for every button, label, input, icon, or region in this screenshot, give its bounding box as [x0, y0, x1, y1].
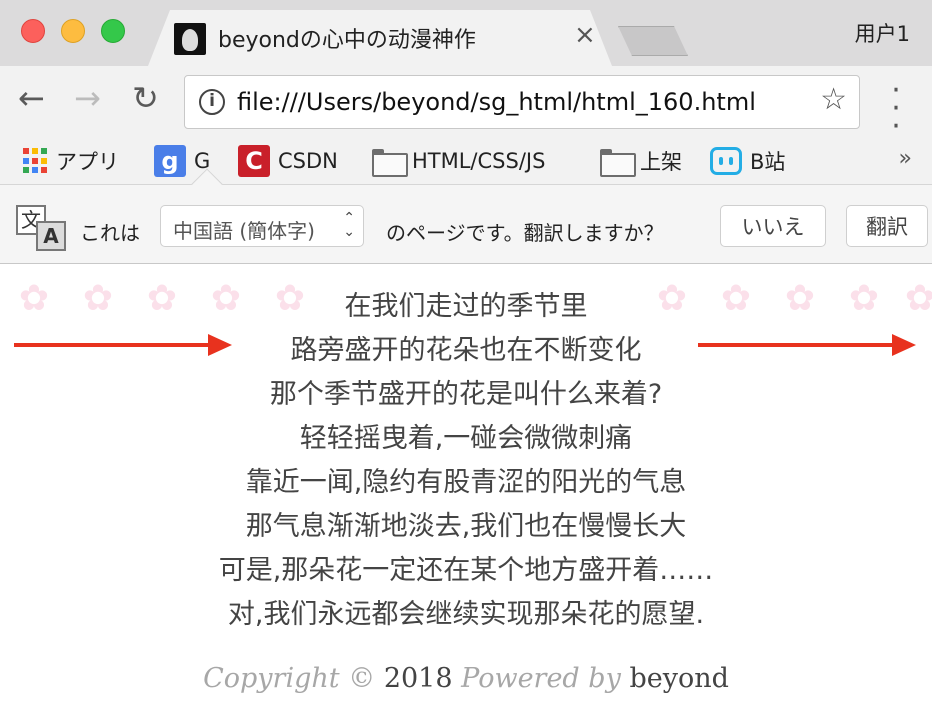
bookmark-label: B站	[750, 150, 786, 174]
footer: Copyright © 2018 Powered by beyond	[0, 663, 932, 694]
more-menu-icon[interactable]: · · ·	[886, 76, 906, 142]
bookmark-label: CSDN	[278, 149, 338, 173]
select-arrows-icon: ⌃ ⌄	[343, 210, 355, 240]
folder-icon	[372, 149, 408, 177]
translate-button[interactable]: 翻訳	[846, 205, 928, 247]
apps-grid-dot	[41, 157, 47, 164]
bookmark-folder-shelf[interactable]: 上架	[600, 144, 682, 178]
tab-title: beyondの心中の动漫神作	[218, 28, 476, 53]
bookmark-folder-html[interactable]: HTML/CSS/JS	[372, 144, 545, 178]
folder-icon	[600, 149, 636, 177]
bookmark-label: HTML/CSS/JS	[412, 149, 546, 173]
window-maximize-button[interactable]	[101, 19, 125, 43]
bookmark-bilibili[interactable]: B站	[710, 144, 785, 178]
translate-suffix-text: のページです。翻訳しますか？	[386, 221, 664, 245]
new-tab-button[interactable]	[618, 26, 688, 56]
url-text[interactable]: file:///Users/beyond/sg_html/html_160.ht…	[237, 88, 756, 116]
apps-grid-icon	[22, 148, 48, 174]
footer-year: 2018	[383, 663, 453, 694]
address-bar[interactable]: file:///Users/beyond/sg_html/html_160.ht…	[184, 75, 860, 129]
language-select-value: 中国語 (簡体字)	[173, 219, 315, 243]
poem: 在我们走过的季节里 路旁盛开的花朵也在不断变化 那个季节盛开的花是叫什么来着? …	[0, 285, 932, 637]
translate-bar: 文 A これは 中国語 (簡体字) ⌃ ⌄ のページです。翻訳しますか？ いいえ …	[0, 184, 932, 264]
bookmark-label: アプリ	[56, 150, 119, 174]
profile-button[interactable]: 用户1	[855, 18, 910, 48]
apps-grid-dot	[41, 167, 47, 174]
csdn-icon: C	[238, 145, 270, 177]
poem-line: 轻轻摇曳着,一碰会微微刺痛	[299, 423, 633, 454]
info-icon[interactable]	[199, 89, 225, 115]
footer-copyright: Copyright ©	[203, 663, 376, 694]
tab-close-icon[interactable]: ×	[574, 22, 596, 48]
apps-grid-dot	[32, 157, 38, 164]
footer-author[interactable]: beyond	[629, 663, 728, 694]
tab-favicon-icon	[174, 23, 206, 55]
apps-grid-dot	[23, 148, 29, 154]
apps-grid-dot	[32, 148, 38, 154]
translate-icon: 文 A	[16, 205, 70, 251]
language-select[interactable]: 中国語 (簡体字) ⌃ ⌄	[160, 205, 364, 247]
bookmarks-bar: アプリ g G C CSDN HTML/CSS/JS 上架 B站 »	[0, 138, 932, 184]
translate-icon-target: A	[36, 221, 66, 251]
bookmarks-overflow-icon[interactable]: »	[899, 146, 912, 171]
poem-line: 路旁盛开的花朵也在不断变化	[290, 335, 642, 366]
footer-powered-by: Powered by	[461, 663, 621, 694]
google-icon: g	[154, 145, 186, 177]
apps-grid-dot	[41, 148, 47, 154]
apps-grid-dot	[23, 157, 29, 164]
bookmark-apps[interactable]: アプリ	[22, 144, 119, 178]
bookmark-csdn[interactable]: C CSDN	[238, 144, 338, 178]
bookmark-star-icon[interactable]: ☆	[820, 85, 847, 115]
bilibili-icon	[710, 147, 742, 175]
forward-arrow-icon[interactable]: →	[74, 82, 101, 114]
window-minimize-button[interactable]	[61, 19, 85, 43]
page-content: 在我们走过的季节里 路旁盛开的花朵也在不断变化 那个季节盛开的花是叫什么来着? …	[0, 265, 932, 718]
active-tab[interactable]: beyondの心中の动漫神作 ×	[148, 10, 612, 66]
translate-prefix-text: これは	[80, 221, 140, 245]
poem-line: 在我们走过的季节里	[344, 291, 588, 322]
apps-grid-dot	[32, 167, 38, 174]
window-close-button[interactable]	[21, 19, 45, 43]
bookmark-label: 上架	[640, 150, 682, 174]
poem-line: 那气息渐渐地淡去,我们也在慢慢长大	[245, 511, 687, 542]
decline-translate-button[interactable]: いいえ	[720, 205, 826, 247]
poem-line: 可是,那朵花一定还在某个地方盛开着……	[218, 555, 714, 586]
apps-grid-dot	[23, 167, 29, 174]
back-arrow-icon[interactable]: ←	[18, 82, 45, 114]
poem-line: 靠近一闻,隐约有股青涩的阳光的气息	[245, 467, 687, 498]
browser-toolbar: ← → ↻ file:///Users/beyond/sg_html/html_…	[0, 66, 932, 142]
reload-icon[interactable]: ↻	[132, 82, 159, 114]
poem-line: 那个季节盛开的花是叫什么来着?	[269, 379, 663, 410]
tab-strip: beyondの心中の动漫神作 × 用户1	[0, 0, 932, 66]
poem-line: 对,我们永远都会继续实现那朵花的愿望.	[227, 599, 705, 630]
